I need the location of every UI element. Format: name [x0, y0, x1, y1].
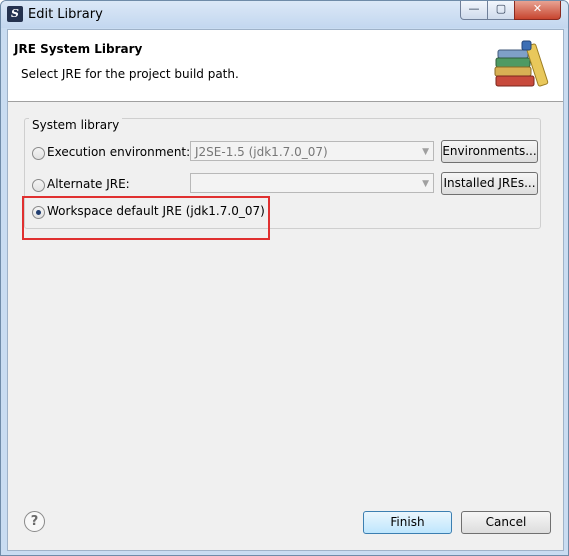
- environments-button[interactable]: Environments...: [441, 140, 538, 163]
- maximize-button[interactable]: ▢: [487, 1, 515, 20]
- highlight-annotation: [22, 196, 270, 240]
- chevron-down-icon: ▼: [422, 147, 429, 157]
- alternate-jre-combo[interactable]: ▼: [190, 173, 434, 193]
- alternate-jre-radio[interactable]: [32, 179, 45, 192]
- execution-environment-combo[interactable]: J2SE-1.5 (jdk1.7.0_07) ▼: [190, 141, 434, 161]
- minimize-button[interactable]: —: [460, 1, 488, 20]
- eclipse-icon: S: [7, 6, 23, 22]
- close-button[interactable]: ✕: [514, 1, 561, 20]
- execution-environment-radio[interactable]: [32, 147, 45, 160]
- title-bar[interactable]: S Edit Library — ▢ ✕: [1, 1, 568, 28]
- dialog-header: JRE System Library Select JRE for the pr…: [8, 30, 563, 102]
- page-title: JRE System Library: [14, 42, 143, 56]
- window-title: Edit Library: [28, 7, 103, 22]
- help-icon[interactable]: ?: [24, 511, 45, 532]
- execution-environment-label: Execution environment:: [47, 145, 191, 159]
- edit-library-dialog: S Edit Library — ▢ ✕ JRE System Library …: [0, 0, 569, 556]
- library-books-icon: [494, 40, 549, 87]
- execution-environment-value: J2SE-1.5 (jdk1.7.0_07): [195, 145, 328, 159]
- installed-jres-button[interactable]: Installed JREs...: [441, 172, 538, 195]
- finish-button[interactable]: Finish: [363, 511, 452, 534]
- chevron-down-icon: ▼: [422, 179, 429, 189]
- system-library-group-label: System library: [29, 118, 123, 132]
- alternate-jre-label: Alternate JRE:: [47, 177, 130, 191]
- dialog-body: JRE System Library Select JRE for the pr…: [7, 29, 564, 551]
- page-description: Select JRE for the project build path.: [21, 67, 239, 81]
- cancel-button[interactable]: Cancel: [461, 511, 551, 534]
